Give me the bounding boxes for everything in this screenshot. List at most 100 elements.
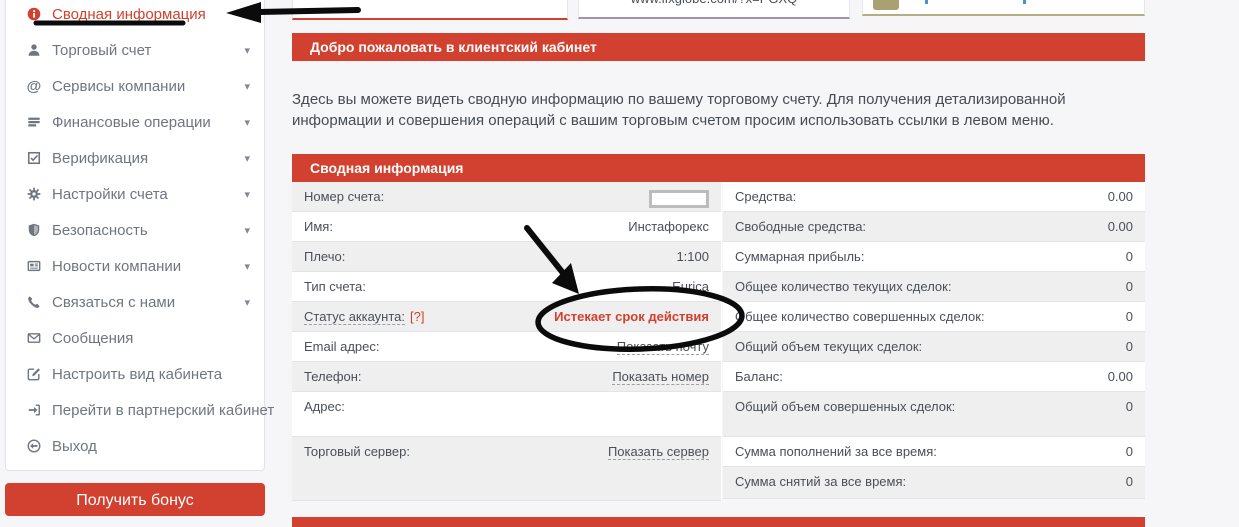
row-account_number: Номер счета: <box>292 182 721 212</box>
olive-badge-icon <box>873 0 899 10</box>
row-closed_trades_count: Общее количество совершенных сделок: 0 <box>723 302 1145 332</box>
sidebar-item-logout[interactable]: Выход ▾ <box>6 428 264 464</box>
summary-right-column: Средства: 0.00 Свободные средства: 0.00 … <box>723 182 1145 499</box>
sidebar-item-label: Сообщения <box>52 330 133 347</box>
row-total_deposits: Сумма пополнений за все время: 0 <box>723 437 1145 467</box>
sidebar-item-label: Верификация <box>52 150 148 167</box>
envelope-icon <box>25 331 43 345</box>
row-label: Email адрес: <box>304 339 380 354</box>
row-equity: Средства: 0.00 <box>723 182 1145 212</box>
account-number-redacted <box>649 190 709 208</box>
at-icon: @ <box>25 79 43 94</box>
row-open_trades_count: Общее количество текущих сделок: 0 <box>723 272 1145 302</box>
sidebar-item-label: Настройки счета <box>52 186 168 203</box>
row-label: Сумма снятий за все время: <box>735 474 906 489</box>
sidebar-item-label: Финансовые операции <box>52 114 211 131</box>
sidebar-item-messages[interactable]: Сообщения ▾ <box>6 320 264 356</box>
chevron-down-icon: ▾ <box>244 224 250 237</box>
get-bonus-button[interactable]: Получить бонус <box>5 483 265 516</box>
show-trading_server-link[interactable]: Показать сервер <box>608 444 709 460</box>
welcome-description: Здесь вы можете видеть сводную информаци… <box>292 89 1148 131</box>
sidebar-item-summary[interactable]: Сводная информация ▾ <box>6 0 264 32</box>
row-name: Имя: Инстафорекс <box>292 212 721 242</box>
row-leverage: Плечо: 1:100 <box>292 242 721 272</box>
row-label: Баланс: <box>735 369 783 384</box>
sign-in-icon <box>25 403 43 417</box>
row-trading_server: Торговый сервер: Показать сервер <box>292 437 721 501</box>
sidebar-item-account-settings[interactable]: Настройки счета ▾ <box>6 176 264 212</box>
row-address: Адрес: <box>292 392 721 437</box>
check-square-icon <box>25 151 43 165</box>
row-value: 0 <box>1126 279 1133 294</box>
sidebar-item-label: Настроить вид кабинета <box>52 366 222 383</box>
sidebar-item-label: Торговый счет <box>52 42 151 59</box>
row-label: Телефон: <box>304 369 362 384</box>
info-icon <box>25 7 43 21</box>
row-label: Общее количество совершенных сделок: <box>735 309 985 324</box>
row-value: 0 <box>1126 474 1133 489</box>
row-phone: Телефон: Показать номер <box>292 362 721 392</box>
client-cabinet-page: Сводная информация ▾ Торговый счет ▾ @ С… <box>0 0 1239 524</box>
row-email: Email адрес: Показать почту <box>292 332 721 362</box>
chevron-down-icon: ▾ <box>244 44 250 57</box>
row-label: Плечо: <box>304 249 345 264</box>
row-value: 1:100 <box>676 249 709 264</box>
logout-icon <box>25 439 43 453</box>
clipped-text-fragment <box>1023 0 1026 4</box>
row-value: 0.00 <box>1108 369 1133 384</box>
sidebar-item-company-services[interactable]: @ Сервисы компании ▾ <box>6 68 264 104</box>
row-label: Имя: <box>304 219 333 234</box>
finance-icon <box>25 115 43 129</box>
news-icon <box>25 259 43 273</box>
sidebar-item-customize-cabinet[interactable]: Настроить вид кабинета ▾ <box>6 356 264 392</box>
referral-link[interactable]: www.ifxglobe.com/?x=PGXQ <box>579 0 849 6</box>
top-card-red <box>292 0 568 20</box>
sidebar-item-trading-account[interactable]: Торговый счет ▾ <box>6 32 264 68</box>
row-label: Средства: <box>735 189 796 204</box>
row-total_withdrawals: Сумма снятий за все время: 0 <box>723 467 1145 499</box>
chevron-down-icon: ▾ <box>244 152 250 165</box>
row-value: 0.00 <box>1108 189 1133 204</box>
show-phone-link[interactable]: Показать номер <box>612 369 709 385</box>
welcome-banner-title: Добро пожаловать в клиентский кабинет <box>310 39 597 55</box>
phone-icon <box>25 295 43 309</box>
sidebar-item-security[interactable]: Безопасность ▾ <box>6 212 264 248</box>
show-email-link[interactable]: Показать почту <box>617 339 709 355</box>
next-section-banner-clipped <box>292 517 1145 527</box>
sidebar-item-label: Безопасность <box>52 222 148 239</box>
sidebar-item-partner-cabinet[interactable]: Перейти в партнерский кабинет ▾ <box>6 392 264 428</box>
row-open_trades_volume: Общий объем текущих сделок: 0 <box>723 332 1145 362</box>
gear-icon <box>25 187 43 201</box>
sidebar-item-verification[interactable]: Верификация ▾ <box>6 140 264 176</box>
row-label: Общий объем совершенных сделок: <box>735 399 955 414</box>
row-balance: Баланс: 0.00 <box>723 362 1145 392</box>
sidebar-item-contact-us[interactable]: Связаться с нами ▾ <box>6 284 264 320</box>
top-card-referral: www.ifxglobe.com/?x=PGXQ <box>578 0 850 19</box>
row-label: Адрес: <box>304 399 345 414</box>
account-status-value: Истекает срок действия <box>554 309 709 324</box>
row-label: Торговый сервер: <box>304 444 410 459</box>
row-label: Общее количество текущих сделок: <box>735 279 951 294</box>
sidebar-item-financial-operations[interactable]: Финансовые операции ▾ <box>6 104 264 140</box>
row-label: Сумма пополнений за все время: <box>735 444 937 459</box>
row-total_profit: Суммарная прибыль: 0 <box>723 242 1145 272</box>
sidebar-item-label: Перейти в партнерский кабинет <box>52 402 274 419</box>
row-account_type: Тип счета: Eurica <box>292 272 721 302</box>
sidebar: Сводная информация ▾ Торговый счет ▾ @ С… <box>5 0 265 471</box>
row-value: 0 <box>1126 399 1133 414</box>
chevron-down-icon: ▾ <box>244 116 250 129</box>
row-value: 0 <box>1126 444 1133 459</box>
row-value: 0 <box>1126 339 1133 354</box>
chevron-down-icon: ▾ <box>244 188 250 201</box>
summary-banner-title: Сводная информация <box>310 160 463 176</box>
sidebar-item-company-news[interactable]: Новости компании ▾ <box>6 248 264 284</box>
row-value: 0.00 <box>1108 219 1133 234</box>
help-icon[interactable]: [?] <box>410 309 424 324</box>
row-free_margin: Свободные средства: 0.00 <box>723 212 1145 242</box>
summary-left-column: Номер счета: Имя: Инстафорекс Плечо: 1:1… <box>292 182 722 501</box>
row-value: 0 <box>1126 249 1133 264</box>
edit-icon <box>25 367 43 381</box>
row-value: Инстафорекс <box>628 219 709 234</box>
chevron-down-icon: ▾ <box>244 260 250 273</box>
row-label: Статус аккаунта:[?] <box>304 309 424 324</box>
